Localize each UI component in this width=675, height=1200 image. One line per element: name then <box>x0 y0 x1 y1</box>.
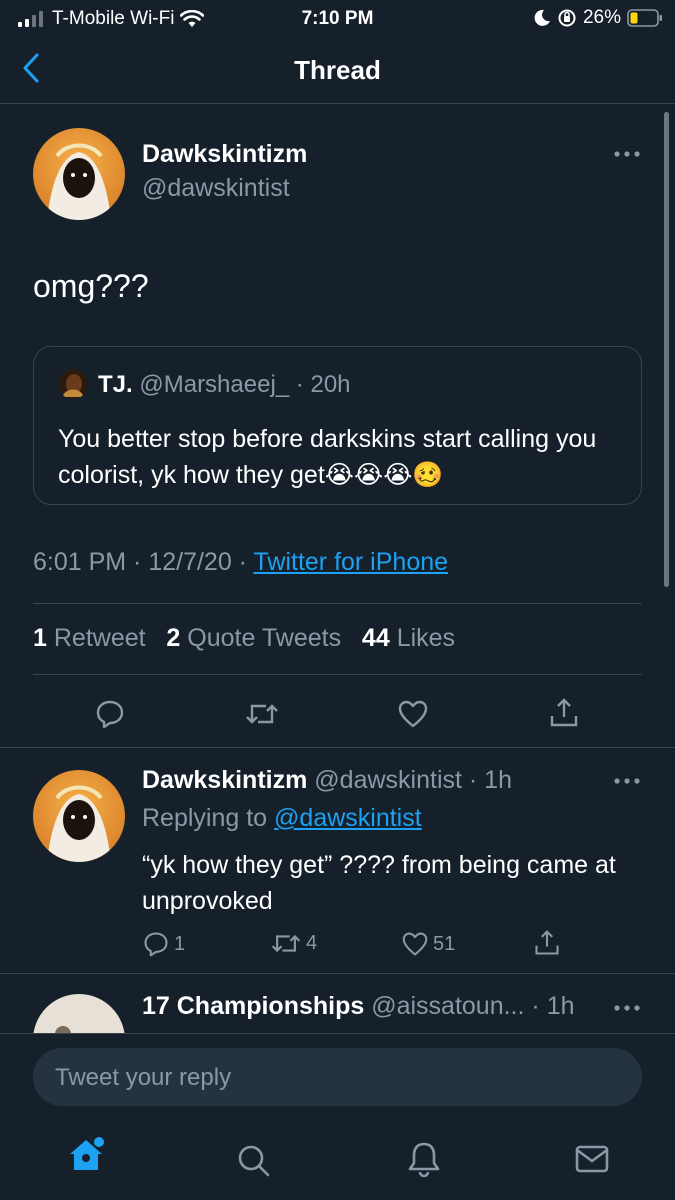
like-count: 51 <box>433 932 456 955</box>
display-name[interactable]: Dawkskintizm <box>142 140 307 169</box>
retweets-label: Retweet <box>53 624 146 652</box>
scrollbar[interactable] <box>664 112 669 587</box>
retweet-icon[interactable] <box>270 931 302 956</box>
battery-icon <box>627 9 663 27</box>
tweet-text: omg??? <box>33 268 149 304</box>
status-bar: T-Mobile Wi-Fi 7:10 PM 26% <box>0 0 675 38</box>
retweet-count: 4 <box>306 932 318 954</box>
like-icon[interactable] <box>397 699 429 729</box>
quoted-header: TJ. @Marshaeej_ · 20h <box>98 371 351 399</box>
reply-handle[interactable]: @dawskintist <box>314 766 462 794</box>
battery-percent: 26% <box>582 7 621 28</box>
messages-icon[interactable] <box>574 1144 610 1174</box>
home-icon[interactable] <box>66 1134 106 1174</box>
quotes-stat[interactable]: 2 Quote Tweets <box>166 624 341 652</box>
quoted-avatar <box>58 369 88 399</box>
reply-header: 17 Championships @aissatoun... · 1h <box>142 992 575 1021</box>
quoted-time: 20h <box>310 371 351 398</box>
tweet-meta: 6:01 PM · 12/7/20 · Twitter for iPhone <box>33 548 448 577</box>
reply-partial: 17 Championships @aissatoun... · 1h <box>0 974 675 1034</box>
divider <box>33 674 642 675</box>
reply-count: 1 <box>174 932 186 955</box>
reply-handle[interactable]: @aissatoun... <box>371 992 524 1020</box>
more-horizontal-icon[interactable] <box>613 1002 641 1014</box>
moon-icon <box>533 9 551 27</box>
likes-stat[interactable]: 44 Likes <box>362 624 455 652</box>
reply-avatar[interactable] <box>33 994 125 1034</box>
avatar[interactable] <box>33 128 125 220</box>
more-horizontal-icon[interactable] <box>613 148 641 160</box>
reply-display-name[interactable]: Dawkskintizm <box>142 766 307 794</box>
tab-bar <box>0 1120 675 1200</box>
thread-header: Thread <box>0 38 675 104</box>
source-link[interactable]: Twitter for iPhone <box>254 548 449 576</box>
share-icon[interactable] <box>533 929 561 957</box>
like-icon[interactable] <box>401 931 429 957</box>
reply-time: · 1h <box>468 766 512 794</box>
reply-display-name[interactable]: 17 Championships <box>142 992 364 1020</box>
search-icon[interactable] <box>235 1142 271 1178</box>
quotes-count: 2 <box>166 624 181 652</box>
reply-icon[interactable] <box>94 698 126 730</box>
handle[interactable]: @dawskintist <box>142 174 290 203</box>
status-indicators: 26% <box>533 7 663 29</box>
retweets-stat[interactable]: 1 Retweet <box>33 624 146 652</box>
share-icon[interactable] <box>548 697 580 729</box>
quoted-handle: @Marshaeej_ <box>139 371 290 398</box>
separator-dot: · <box>295 371 304 398</box>
timestamp: 6:01 PM · 12/7/20 · <box>33 548 254 576</box>
reply-reply-action[interactable]: 1 <box>142 930 185 958</box>
reply-icon[interactable] <box>142 930 170 958</box>
divider <box>33 603 642 604</box>
reply-header: Dawkskintizm @dawskintist · 1h <box>142 766 512 795</box>
quoted-tweet[interactable]: TJ. @Marshaeej_ · 20h You better stop be… <box>33 346 642 505</box>
quotes-label: Quote Tweets <box>187 624 342 652</box>
reply-text: “yk how they get” ???? from being came a… <box>142 851 616 915</box>
likes-label: Likes <box>396 624 456 652</box>
quoted-text: You better stop before darkskins start c… <box>58 425 597 489</box>
page-title: Thread <box>294 55 381 85</box>
replying-prefix: Replying to <box>142 804 275 832</box>
retweet-icon[interactable] <box>244 700 280 728</box>
reply-input[interactable]: Tweet your reply <box>33 1048 642 1106</box>
orientation-lock-icon <box>557 8 577 28</box>
tweet-stats: 1 Retweet 2 Quote Tweets 44 Likes <box>33 624 455 653</box>
reply-like-action[interactable]: 51 <box>401 931 455 957</box>
reply-time: · 1h <box>531 992 575 1020</box>
more-horizontal-icon[interactable] <box>613 775 641 787</box>
likes-count: 44 <box>361 624 390 652</box>
divider <box>0 747 675 748</box>
divider <box>0 1033 675 1034</box>
replying-to: Replying to @dawskintist <box>142 804 422 833</box>
replying-to-link[interactable]: @dawskintist <box>274 804 422 832</box>
quoted-display-name: TJ. <box>98 371 133 398</box>
reply-retweet-action[interactable]: 4 <box>270 931 317 956</box>
retweets-count: 1 <box>33 624 47 652</box>
notifications-icon[interactable] <box>406 1140 442 1178</box>
reply-placeholder: Tweet your reply <box>55 1064 232 1091</box>
reply-avatar[interactable] <box>33 770 125 862</box>
